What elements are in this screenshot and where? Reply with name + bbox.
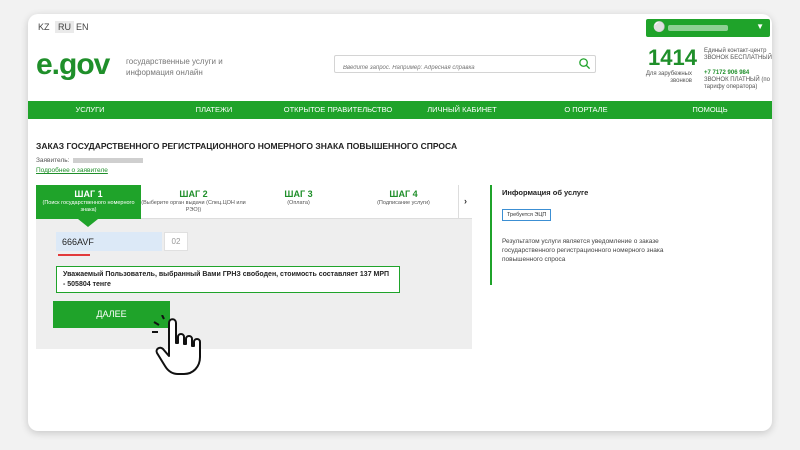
lang-kz[interactable]: KZ [38, 22, 50, 32]
plate-number-input[interactable] [56, 232, 162, 251]
step-3-tab[interactable]: ШАГ 3 (Оплата) [246, 185, 351, 219]
availability-notice: Уважаемый Пользователь, выбранный Вами Г… [56, 266, 400, 293]
abroad-note: ЗВОНОК ПЛАТНЫЙ (по тарифу оператора) [704, 77, 770, 90]
step-3-title: ШАГ 3 [284, 189, 313, 199]
plate-highlight-underline [58, 254, 90, 256]
egov-logo[interactable]: e.gov [36, 48, 120, 82]
step-4-subtitle: (Подписание услуги) [377, 200, 430, 206]
steps-next-arrow[interactable]: › [458, 185, 472, 219]
applicant-label: Заявитель: [36, 157, 70, 164]
step-4-title: ШАГ 4 [389, 189, 418, 199]
abroad-phone: +7 7172 906 984 [704, 70, 750, 76]
abroad-contact: +7 7172 906 984 ЗВОНОК ПЛАТНЫЙ (по тариф… [704, 70, 772, 91]
lang-ru[interactable]: RU [55, 21, 74, 33]
step-3-subtitle: (Оплата) [287, 200, 310, 206]
nav-about[interactable]: О ПОРТАЛЕ [524, 101, 648, 119]
top-bar: KZ RU EN ⚪ ▼ [28, 14, 772, 42]
service-info-heading: Информация об услуге [502, 188, 589, 197]
step-1-tab[interactable]: ШАГ 1 (Поиск государственного номерного … [36, 185, 141, 219]
nav-services[interactable]: УСЛУГИ [28, 101, 152, 119]
search-box [334, 55, 596, 76]
step-4-tab[interactable]: ШАГ 4 (Подписание услуги) [351, 185, 456, 219]
site-tagline: государственные услуги и информация онла… [126, 57, 223, 77]
step-2-tab[interactable]: ШАГ 2 (Выберите орган выдачи (Спец.ЦОН и… [141, 185, 246, 219]
browser-frame: KZ RU EN ⚪ ▼ e.gov государственные услуг… [28, 14, 772, 431]
hotline-note: Единый контакт-центр ЗВОНОК БЕСПЛАТНЫЙ [704, 48, 772, 61]
step-1-title: ШАГ 1 [74, 189, 103, 199]
eds-required-badge: Требуется ЭЦП [502, 209, 552, 221]
step-2-title: ШАГ 2 [179, 189, 208, 199]
user-name-redacted [668, 25, 728, 31]
nav-personal-cabinet[interactable]: ЛИЧНЫЙ КАБИНЕТ [400, 101, 524, 119]
active-step-pointer [78, 219, 98, 227]
nav-open-government[interactable]: ОТКРЫТОЕ ПРАВИТЕЛЬСТВО [276, 101, 400, 119]
main-nav: УСЛУГИ ПЛАТЕЖИ ОТКРЫТОЕ ПРАВИТЕЛЬСТВО ЛИ… [28, 101, 772, 119]
region-code-field[interactable]: 02 [164, 232, 188, 251]
service-info-panel: Информация об услуге Требуется ЭЦП Резул… [490, 185, 700, 285]
nav-help[interactable]: ПОМОЩЬ [648, 101, 772, 119]
lang-en[interactable]: EN [76, 22, 89, 32]
step-1-subtitle: (Поиск государственного номерного знака) [42, 200, 135, 213]
chevron-down-icon: ▼ [756, 22, 764, 31]
applicant-details-link[interactable]: Подробнее о заявителе [36, 167, 108, 174]
order-wizard: ШАГ 1 (Поиск государственного номерного … [36, 185, 472, 375]
nav-payments[interactable]: ПЛАТЕЖИ [152, 101, 276, 119]
search-input[interactable] [335, 60, 565, 76]
applicant-row: Заявитель: [36, 157, 144, 164]
search-icon[interactable] [578, 57, 591, 70]
step-2-subtitle: (Выберите орган выдачи (Спец.ЦОН или РЭО… [141, 200, 246, 213]
user-menu[interactable]: ⚪ ▼ [646, 19, 770, 37]
abroad-label: Для зарубежных звонков [645, 71, 692, 84]
pointer-hand-icon [152, 315, 201, 375]
service-info-text: Результатом услуги является уведомление … [502, 238, 664, 263]
user-icon: ⚪ [653, 22, 666, 33]
page-title: ЗАКАЗ ГОСУДАРСТВЕННОГО РЕГИСТРАЦИОННОГО … [36, 141, 458, 151]
wizard-steps: ШАГ 1 (Поиск государственного номерного … [36, 185, 472, 219]
logo-text: e.gov [36, 48, 110, 81]
applicant-name-redacted [73, 157, 144, 163]
hotline-number: 1414 [648, 45, 697, 70]
